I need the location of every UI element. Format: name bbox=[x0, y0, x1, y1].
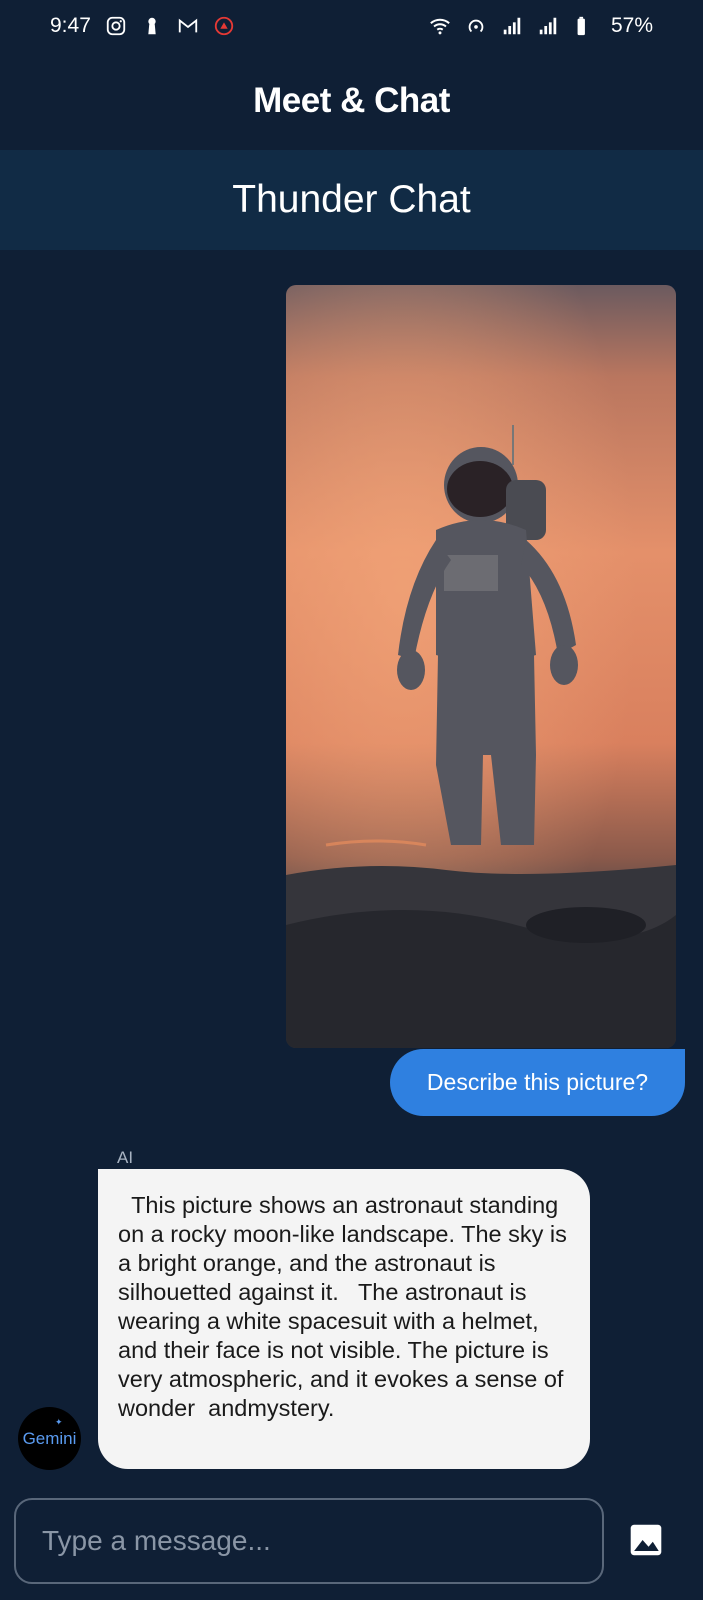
chat-header: Thunder Chat bbox=[0, 150, 703, 250]
instagram-icon bbox=[105, 15, 127, 37]
gmail-icon bbox=[177, 15, 199, 37]
wifi-icon bbox=[429, 15, 451, 37]
sparkle-icon: ✦ bbox=[55, 1417, 63, 1427]
image-icon bbox=[630, 1524, 662, 1556]
battery-percent: 57% bbox=[610, 14, 653, 37]
app-notification-icon bbox=[213, 15, 235, 37]
message-input[interactable]: Type a message... bbox=[14, 1498, 604, 1584]
status-time: 9:47 bbox=[50, 14, 91, 37]
ai-avatar-text: Gemini bbox=[22, 1428, 77, 1448]
status-right: 57% bbox=[429, 14, 653, 38]
app-bar: Meet & Chat bbox=[0, 52, 703, 150]
user-message-text: Describe this picture? bbox=[426, 1069, 649, 1095]
astronaut-photo[interactable] bbox=[286, 285, 676, 1048]
ai-label: AI bbox=[117, 1148, 134, 1167]
ai-avatar: ✦ Gemini bbox=[18, 1407, 81, 1470]
signal-icon-2 bbox=[537, 15, 559, 37]
hotspot-icon bbox=[465, 15, 487, 37]
status-left: 9:47 bbox=[50, 14, 235, 38]
battery-icon bbox=[573, 15, 595, 37]
keyhole-icon bbox=[141, 15, 163, 37]
signal-icon bbox=[501, 15, 523, 37]
chat-title: Thunder Chat bbox=[232, 178, 471, 221]
app-title: Meet & Chat bbox=[253, 81, 450, 120]
ai-message-bubble: This picture shows an astronaut standing… bbox=[98, 1169, 590, 1469]
status-bar: 9:47 57% bbox=[0, 0, 703, 52]
message-input-placeholder: Type a message... bbox=[42, 1525, 271, 1556]
attach-image-button[interactable] bbox=[626, 1520, 666, 1560]
user-message-bubble: Describe this picture? bbox=[390, 1049, 685, 1116]
